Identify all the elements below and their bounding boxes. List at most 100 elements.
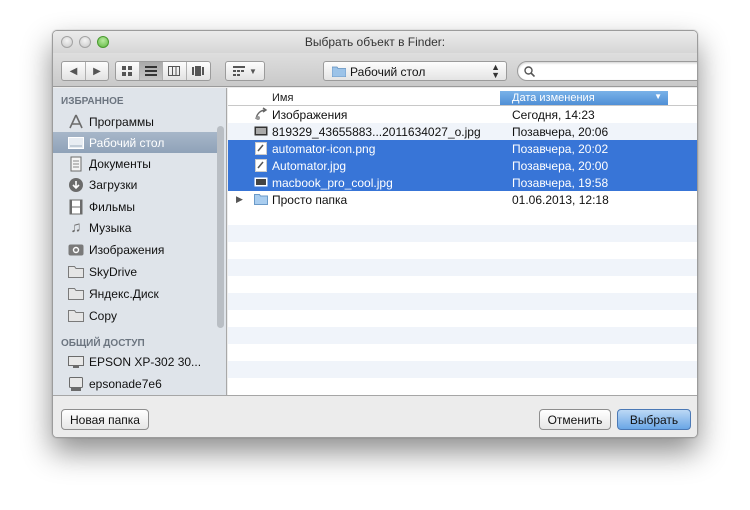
finder-dialog: Выбрать объект в Finder: ◀ ▶ ▼ Рабочий с… [52, 30, 698, 438]
file-date: Позавчера, 19:58 [512, 176, 609, 190]
chevron-down-icon: ▼ [249, 66, 257, 76]
file-list: Имя Дата изменения ▼ Изображения Сегодня… [228, 88, 697, 395]
icon-view-button[interactable] [116, 62, 140, 80]
image-file-icon [254, 124, 268, 138]
list-item[interactable]: macbook_pro_cool.jpg Позавчера, 19:58 [228, 174, 697, 191]
file-name: 819329_43655883...2011634027_o.jpg [272, 125, 481, 139]
sidebar-item-pictures[interactable]: Изображения [53, 239, 217, 260]
back-button[interactable]: ◀ [62, 62, 86, 80]
cancel-button[interactable]: Отменить [539, 409, 611, 430]
column-view-button[interactable] [163, 62, 187, 80]
file-name: Изображения [272, 108, 348, 122]
coverflow-view-icon [192, 66, 205, 76]
list-item[interactable]: automator-icon.png Позавчера, 20:02 [228, 140, 697, 157]
column-header-date[interactable]: Дата изменения ▼ [500, 91, 668, 105]
pictures-icon [68, 242, 84, 258]
sidebar-item-label: epsonade7e6 [89, 376, 162, 391]
sidebar-item-skydrive[interactable]: SkyDrive [53, 261, 217, 282]
sidebar-item-label: EPSON XP-302 30... [89, 354, 202, 369]
sidebar-item-label: Музыка [89, 220, 132, 235]
arrange-button[interactable]: ▼ [225, 61, 265, 81]
sidebar-scrollbar[interactable] [217, 126, 224, 328]
sidebar-item-label: Изображения [89, 242, 165, 257]
folder-icon [68, 286, 84, 302]
sidebar-item-copy[interactable]: Copy [53, 305, 217, 326]
back-arrow-icon: ◀ [69, 65, 78, 77]
stripe [228, 259, 697, 276]
icon-view-icon [122, 66, 133, 76]
applications-icon [68, 114, 84, 130]
location-popup[interactable]: Рабочий стол ▲ ▼ [323, 61, 507, 81]
up-down-arrows-icon: ▲ ▼ [491, 62, 500, 80]
bottom-bar: Новая папка Отменить Выбрать [53, 395, 697, 437]
list-item[interactable]: Automator.jpg Позавчера, 20:00 [228, 157, 697, 174]
computer-icon [68, 376, 84, 392]
sidebar-item-documents[interactable]: Документы [53, 153, 217, 174]
sidebar-item-applications[interactable]: Программы [53, 111, 217, 132]
file-name: automator-icon.png [272, 142, 376, 156]
list-view-button[interactable] [139, 62, 163, 80]
stripe [228, 327, 697, 344]
stripe [228, 361, 697, 378]
sort-descending-icon: ▼ [654, 92, 662, 101]
column-view-icon [168, 66, 181, 76]
new-folder-button[interactable]: Новая папка [61, 409, 149, 430]
file-name: Automator.jpg [272, 159, 347, 173]
search-icon [524, 66, 535, 77]
sidebar-item-desktop[interactable]: Рабочий стол [53, 132, 217, 153]
sidebar-item-music[interactable]: ♫ Музыка [53, 217, 217, 238]
title-bar: Выбрать объект в Finder: [53, 31, 697, 53]
desktop-icon [68, 135, 84, 151]
view-mode-buttons [115, 61, 211, 81]
sidebar-item-label: Рабочий стол [89, 135, 165, 150]
image-file-icon [254, 141, 268, 155]
file-date: 01.06.2013, 12:18 [512, 193, 609, 207]
toolbar: ◀ ▶ ▼ Рабочий стол ▲ ▼ [53, 53, 697, 87]
forward-button[interactable]: ▶ [86, 62, 108, 80]
list-item[interactable]: 819329_43655883...2011634027_o.jpg Позав… [228, 123, 697, 140]
alias-icon [254, 107, 268, 121]
choose-button[interactable]: Выбрать [617, 409, 691, 430]
sidebar-item-label: Яндекс.Диск [89, 286, 159, 301]
sidebar-item-epsonade7e6[interactable]: epsonade7e6 [53, 373, 217, 394]
navigation-buttons: ◀ ▶ [61, 61, 109, 81]
sidebar-item-movies[interactable]: Фильмы [53, 196, 217, 217]
folder-icon [68, 308, 84, 324]
forward-arrow-icon: ▶ [93, 65, 101, 77]
search-input[interactable] [517, 61, 697, 81]
music-icon: ♫ [70, 219, 82, 236]
disclosure-triangle-icon[interactable]: ▶ [236, 194, 243, 205]
sidebar: ИЗБРАННОЕ Программы Рабочий стол Докумен… [53, 88, 227, 395]
file-date: Сегодня, 14:23 [512, 108, 595, 122]
sidebar-item-label: SkyDrive [89, 264, 138, 279]
folder-icon [254, 192, 268, 206]
sidebar-item-label: Фильмы [89, 199, 135, 214]
documents-icon [68, 156, 84, 172]
movies-icon [68, 199, 84, 215]
sidebar-item-label: Copy [89, 308, 118, 323]
column-header-name[interactable]: Имя [272, 92, 293, 104]
list-item[interactable]: Изображения Сегодня, 14:23 [228, 106, 697, 123]
shared-header: ОБЩИЙ ДОСТУП [61, 338, 145, 349]
column-header-date-label: Дата изменения [512, 92, 595, 104]
location-label: Рабочий стол [350, 65, 426, 79]
folder-icon [332, 66, 346, 77]
sidebar-item-yandex-disk[interactable]: Яндекс.Диск [53, 283, 217, 304]
coverflow-view-button[interactable] [187, 62, 210, 80]
sidebar-item-epson-printer[interactable]: EPSON XP-302 30... [53, 351, 217, 372]
image-file-icon [254, 158, 268, 172]
stripe [228, 293, 697, 310]
sidebar-item-label: Программы [89, 114, 154, 129]
favorites-header: ИЗБРАННОЕ [61, 96, 124, 107]
file-date: Позавчера, 20:02 [512, 142, 609, 156]
window-title: Выбрать объект в Finder: [304, 35, 446, 49]
downloads-icon [68, 177, 84, 193]
list-item[interactable]: ▶ Просто папка 01.06.2013, 12:18 [228, 191, 697, 208]
sidebar-item-downloads[interactable]: Загрузки [53, 174, 217, 195]
sidebar-item-label: Документы [89, 156, 151, 171]
display-icon [68, 354, 84, 370]
file-name: macbook_pro_cool.jpg [272, 176, 393, 190]
stripe [228, 225, 697, 242]
list-view-icon [144, 66, 157, 76]
arrange-icon [233, 66, 246, 76]
